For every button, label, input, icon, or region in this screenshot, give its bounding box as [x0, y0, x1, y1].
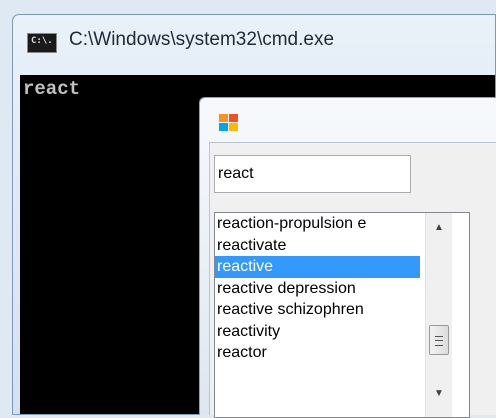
search-input[interactable] [214, 155, 411, 193]
list-item[interactable]: reactive schizophren [215, 299, 420, 321]
suggestion-items: reaction-propulsion e reactivate reactive r… [215, 213, 420, 417]
list-item[interactable]: reactive [215, 256, 420, 278]
scrollbar-thumb[interactable] [429, 325, 449, 355]
cmd-icon: C:\. [27, 33, 57, 53]
list-item[interactable]: reactor [215, 342, 420, 364]
grip-icon [435, 336, 443, 346]
list-item[interactable]: reactivate [215, 235, 420, 257]
scroll-down-arrow-icon[interactable]: ▼ [426, 383, 452, 405]
cmd-window-title: C:\Windows\system32\cmd.exe [69, 29, 335, 50]
vertical-scrollbar[interactable]: ▲ ▼ [425, 213, 452, 417]
list-item[interactable]: reactivity [215, 321, 420, 343]
console-text: react [23, 78, 81, 100]
list-item[interactable]: reactive depression [215, 278, 420, 300]
cmd-titlebar[interactable]: C:\. C:\Windows\system32\cmd.exe [13, 15, 495, 71]
form-icon [219, 114, 239, 132]
dialog-client-area: reaction-propulsion ereactivatereactiver… [209, 142, 496, 418]
autocomplete-dialog: reaction-propulsion ereactivatereactiver… [199, 97, 496, 418]
list-item[interactable]: reaction-propulsion e [215, 213, 420, 235]
scroll-up-arrow-icon[interactable]: ▲ [426, 217, 452, 239]
suggestion-listbox[interactable]: reaction-propulsion e reactivate reactive r… [214, 212, 470, 418]
